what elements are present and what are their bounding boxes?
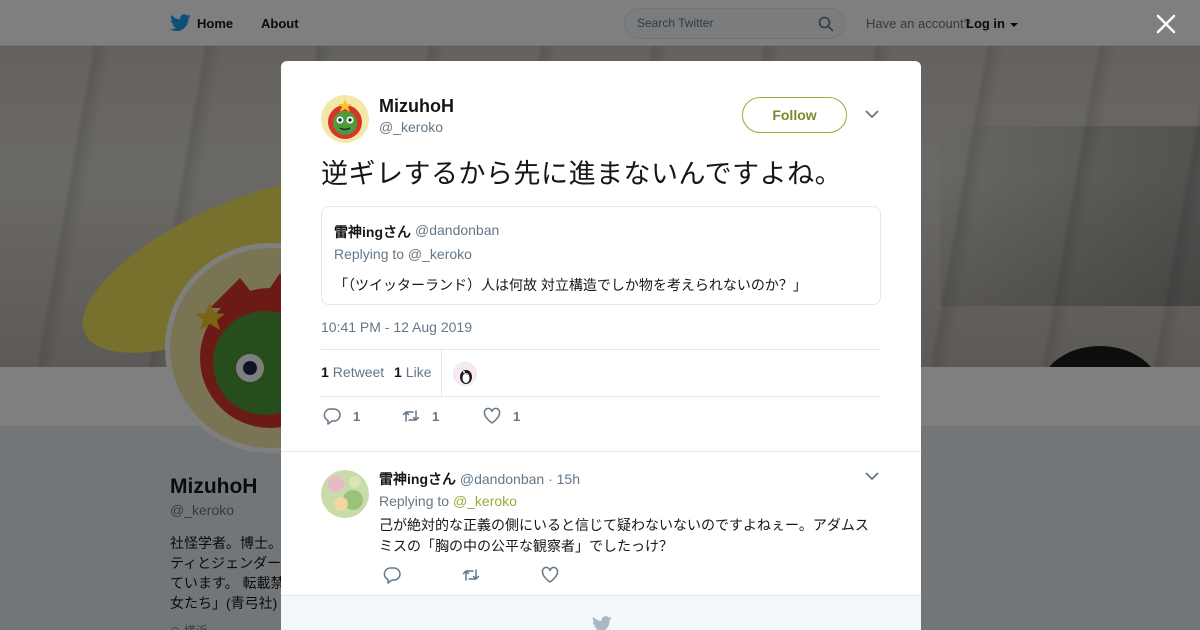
like-action[interactable]: 1 [483,407,520,425]
retweet-stat-count: 1 [321,364,329,380]
quoted-author-name: 雷神ingさん [334,224,411,240]
tweet-text: 逆ギレするから先に進まないんですよね。 [321,159,843,189]
quoted-author-handle: @dandonban [415,222,500,238]
tweet-stats: 1 Retweet 1 Like [321,349,881,397]
reply-header: 雷神ingさん @dandonban · 15h [379,469,580,489]
reply-meta[interactable]: @dandonban · 15h [460,471,580,487]
chevron-down-icon[interactable] [865,471,879,481]
twitter-bird-icon [592,616,612,630]
quoted-replying-to: Replying to @_keroko [334,246,472,262]
retweet-stat[interactable]: 1 Retweet [321,364,384,380]
reply-text: 己が絶対的な正義の側にいると信じて疑わないないのですよねぇー。アダムスミスの「胸… [379,517,869,554]
tweet-author-avatar[interactable] [321,95,369,143]
retweet-icon [402,410,420,422]
retweet-icon[interactable] [462,566,480,584]
reply-count: 1 [353,408,361,424]
chevron-down-icon[interactable] [865,109,879,119]
tweet-timestamp[interactable]: 10:41 PM - 12 Aug 2019 [321,319,472,335]
like-stat-label: Like [405,364,432,380]
like-stat-count: 1 [394,364,402,380]
tweet-author-name[interactable]: MizuhoH [379,96,454,117]
reply-actions [379,566,679,586]
liker-avatar[interactable] [453,362,477,386]
modal-footer [281,595,921,630]
replies-divider [281,451,921,461]
like-stat[interactable]: 1 Like [394,364,431,380]
quoted-text: 「（ツイッターランド）人は何故 対立構造でしか物を考えられないのか？」 [334,277,807,293]
like-count: 1 [513,408,521,424]
heart-icon[interactable] [541,566,559,584]
reply-author-avatar[interactable] [321,470,369,518]
reply-icon[interactable] [383,566,401,584]
follow-button[interactable]: Follow [742,97,847,133]
tweet-actions: 1 1 1 [321,407,881,429]
close-icon[interactable] [1154,12,1178,36]
stats-divider [441,350,442,396]
reply-author-name[interactable]: 雷神ingさん [379,471,456,487]
retweet-count: 1 [432,408,440,424]
tweet-modal: MizuhoH @_keroko Follow 逆ギレするから先に進まないんです… [281,61,921,630]
heart-icon [483,407,501,424]
reply-replying-prefix: Replying to [379,493,453,509]
retweet-action[interactable]: 1 [402,407,439,425]
reply-replying-handle[interactable]: @_keroko [453,493,517,509]
quoted-tweet[interactable]: 雷神ingさん @dandonban Replying to @_keroko … [321,206,881,305]
tweet-author-handle[interactable]: @_keroko [379,119,443,135]
reply-icon [323,408,341,425]
reply-replying-to: Replying to @_keroko [379,493,517,509]
retweet-stat-label: Retweet [332,364,385,380]
reply-action[interactable]: 1 [323,407,360,425]
